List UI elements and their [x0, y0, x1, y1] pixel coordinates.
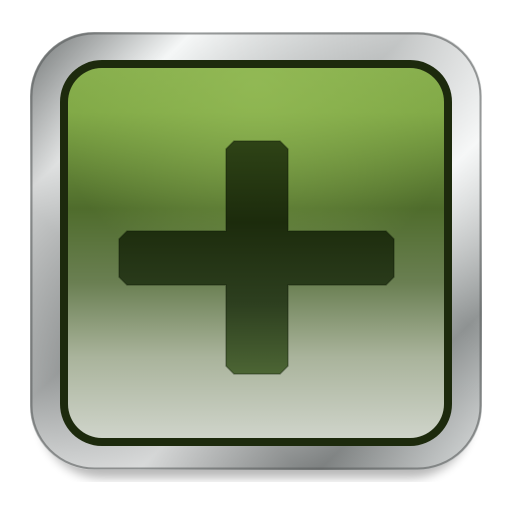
icon-stage — [0, 0, 512, 512]
add-button[interactable] — [30, 32, 482, 482]
add-button-graphic — [30, 32, 482, 478]
